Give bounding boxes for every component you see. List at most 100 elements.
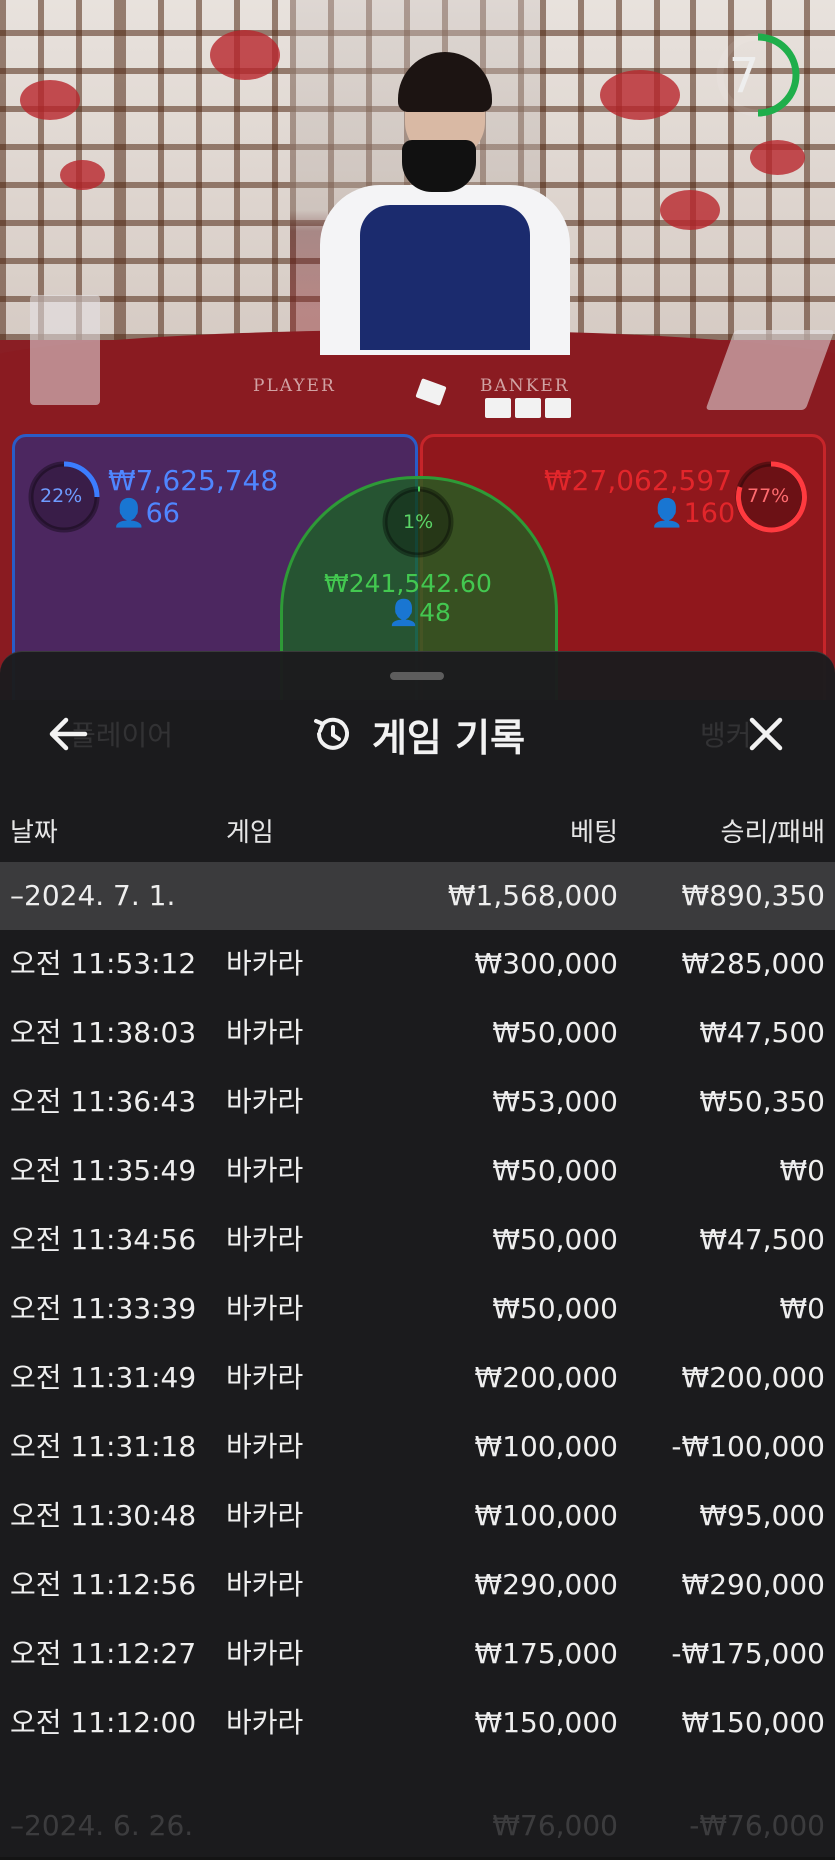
banker-amount: ₩27,062,597 bbox=[544, 464, 733, 497]
card-shoe-left bbox=[30, 295, 100, 405]
dealer-mask bbox=[402, 140, 476, 192]
table-label-player: PLAYER bbox=[253, 376, 336, 396]
row-time: 오전 11:35:49 bbox=[10, 1154, 197, 1187]
user-icon: 👤 bbox=[112, 498, 146, 529]
row-result: ₩47,500 bbox=[699, 1223, 825, 1256]
blossom bbox=[20, 80, 80, 120]
player-amount: ₩7,625,748 bbox=[108, 464, 279, 497]
row-game: 바카라 bbox=[226, 1292, 304, 1325]
row-result: ₩0 bbox=[779, 1154, 826, 1187]
tie-bettors: 48 bbox=[419, 598, 451, 627]
player-bettors: 66 bbox=[145, 498, 180, 529]
row-bet: ₩150,000 bbox=[474, 1706, 618, 1739]
history-row[interactable]: 오전 11:33:39 바카라 ₩50,000 ₩0 bbox=[0, 1275, 835, 1343]
row-game: 바카라 bbox=[226, 1706, 304, 1739]
tie-amount: ₩241,542.60 bbox=[324, 569, 492, 598]
user-icon: 👤 bbox=[388, 598, 420, 627]
row-game: 바카라 bbox=[226, 1016, 304, 1049]
row-result: ₩150,000 bbox=[681, 1706, 825, 1739]
date-group-result: -₩76,000 bbox=[689, 1809, 825, 1842]
row-bet: ₩100,000 bbox=[474, 1499, 618, 1532]
blossom bbox=[600, 70, 680, 120]
sheet-header: 게임 기록 bbox=[0, 702, 835, 766]
date-group-bet: ₩1,568,000 bbox=[447, 879, 618, 912]
blossom bbox=[210, 30, 280, 80]
history-row[interactable]: 오전 11:31:49 바카라 ₩200,000 ₩200,000 bbox=[0, 1344, 835, 1412]
row-result: ₩285,000 bbox=[681, 947, 825, 980]
playing-card bbox=[515, 398, 541, 418]
blossom bbox=[60, 160, 105, 190]
row-game: 바카라 bbox=[226, 947, 304, 980]
row-bet: ₩290,000 bbox=[474, 1568, 618, 1601]
history-row[interactable]: 오전 11:31:18 바카라 ₩100,000 -₩100,000 bbox=[0, 1413, 835, 1481]
row-time: 오전 11:12:56 bbox=[10, 1568, 197, 1601]
row-result: -₩100,000 bbox=[671, 1430, 825, 1463]
table-label-banker: BANKER bbox=[480, 376, 570, 396]
row-time: 오전 11:31:18 bbox=[10, 1430, 197, 1463]
history-row[interactable]: 오전 11:35:49 바카라 ₩50,000 ₩0 bbox=[0, 1137, 835, 1205]
blossom bbox=[750, 140, 805, 175]
dealer-vest bbox=[360, 205, 530, 350]
row-result: ₩47,500 bbox=[699, 1016, 825, 1049]
row-result: ₩95,000 bbox=[699, 1499, 825, 1532]
banker-percent: 77% bbox=[747, 485, 790, 507]
row-bet: ₩300,000 bbox=[474, 947, 618, 980]
close-button[interactable] bbox=[736, 704, 796, 764]
row-time: 오전 11:12:27 bbox=[10, 1637, 197, 1670]
row-bet: ₩175,000 bbox=[474, 1637, 618, 1670]
row-time: 오전 11:53:12 bbox=[10, 947, 197, 980]
history-row[interactable]: 오전 11:36:43 바카라 ₩53,000 ₩50,350 bbox=[0, 1068, 835, 1136]
game-history-sheet: 플레이어 뱅커 게임 기록 날짜 게임 베팅 승리/패배 –2024. 7. 1… bbox=[0, 651, 835, 1857]
row-game: 바카라 bbox=[226, 1637, 304, 1670]
history-row[interactable]: 오전 11:12:27 바카라 ₩175,000 -₩175,000 bbox=[0, 1620, 835, 1688]
date-group-date: –2024. 6. 26. bbox=[10, 1809, 194, 1842]
row-game: 바카라 bbox=[226, 1085, 304, 1118]
row-time: 오전 11:33:39 bbox=[10, 1292, 197, 1325]
history-icon bbox=[313, 717, 349, 750]
row-game: 바카라 bbox=[226, 1499, 304, 1532]
countdown-timer: 7 bbox=[728, 48, 760, 104]
row-game: 바카라 bbox=[226, 1223, 304, 1256]
history-row[interactable]: 오전 11:53:12 바카라 ₩300,000 ₩285,000 bbox=[0, 930, 835, 998]
history-row[interactable]: 오전 11:12:56 바카라 ₩290,000 ₩290,000 bbox=[0, 1551, 835, 1619]
live-video: PLAYER BANKER 7 22% ₩7,625,748 👤66 77% ₩… bbox=[0, 0, 835, 700]
date-group-bet: ₩76,000 bbox=[492, 1809, 618, 1842]
row-time: 오전 11:31:49 bbox=[10, 1361, 197, 1394]
row-bet: ₩53,000 bbox=[492, 1085, 618, 1118]
row-bet: ₩50,000 bbox=[492, 1292, 618, 1325]
column-header-date: 날짜 bbox=[10, 818, 58, 848]
blossom bbox=[660, 190, 720, 230]
sheet-drag-handle[interactable] bbox=[390, 672, 444, 680]
row-time: 오전 11:30:48 bbox=[10, 1499, 197, 1532]
column-header-result: 승리/패배 bbox=[720, 818, 825, 848]
row-time: 오전 11:36:43 bbox=[10, 1085, 197, 1118]
tie-bettor-count: 👤48 bbox=[388, 598, 451, 628]
row-time: 오전 11:34:56 bbox=[10, 1223, 197, 1256]
date-group-row[interactable]: –2024. 7. 1. ₩1,568,000 ₩890,350 bbox=[0, 862, 835, 930]
row-bet: ₩50,000 bbox=[492, 1223, 618, 1256]
banker-bettors: 160 bbox=[683, 498, 736, 529]
sheet-title: 게임 기록 bbox=[371, 715, 526, 760]
date-group-result: ₩890,350 bbox=[681, 879, 825, 912]
history-row[interactable]: 오전 11:30:48 바카라 ₩100,000 ₩95,000 bbox=[0, 1482, 835, 1550]
history-row[interactable]: 오전 11:38:03 바카라 ₩50,000 ₩47,500 bbox=[0, 999, 835, 1067]
row-game: 바카라 bbox=[226, 1361, 304, 1394]
date-group-row[interactable]: –2024. 6. 26. ₩76,000 -₩76,000 bbox=[0, 1792, 835, 1860]
row-time: 오전 11:38:03 bbox=[10, 1016, 197, 1049]
player-percent: 22% bbox=[40, 485, 83, 507]
playing-card bbox=[545, 398, 571, 418]
row-bet: ₩50,000 bbox=[492, 1016, 618, 1049]
row-result: ₩290,000 bbox=[681, 1568, 825, 1601]
close-icon bbox=[749, 717, 783, 751]
row-time: 오전 11:12:00 bbox=[10, 1706, 197, 1739]
history-row[interactable]: 오전 11:34:56 바카라 ₩50,000 ₩47,500 bbox=[0, 1206, 835, 1274]
row-bet: ₩200,000 bbox=[474, 1361, 618, 1394]
tie-percent: 1% bbox=[403, 511, 434, 533]
date-group-date: –2024. 7. 1. bbox=[10, 879, 176, 912]
row-result: -₩175,000 bbox=[671, 1637, 825, 1670]
history-row[interactable]: 오전 11:12:00 바카라 ₩150,000 ₩150,000 bbox=[0, 1689, 835, 1757]
row-result: ₩200,000 bbox=[681, 1361, 825, 1394]
row-result: ₩0 bbox=[779, 1292, 826, 1325]
column-header-bet: 베팅 bbox=[570, 818, 618, 848]
user-icon: 👤 bbox=[650, 498, 684, 529]
